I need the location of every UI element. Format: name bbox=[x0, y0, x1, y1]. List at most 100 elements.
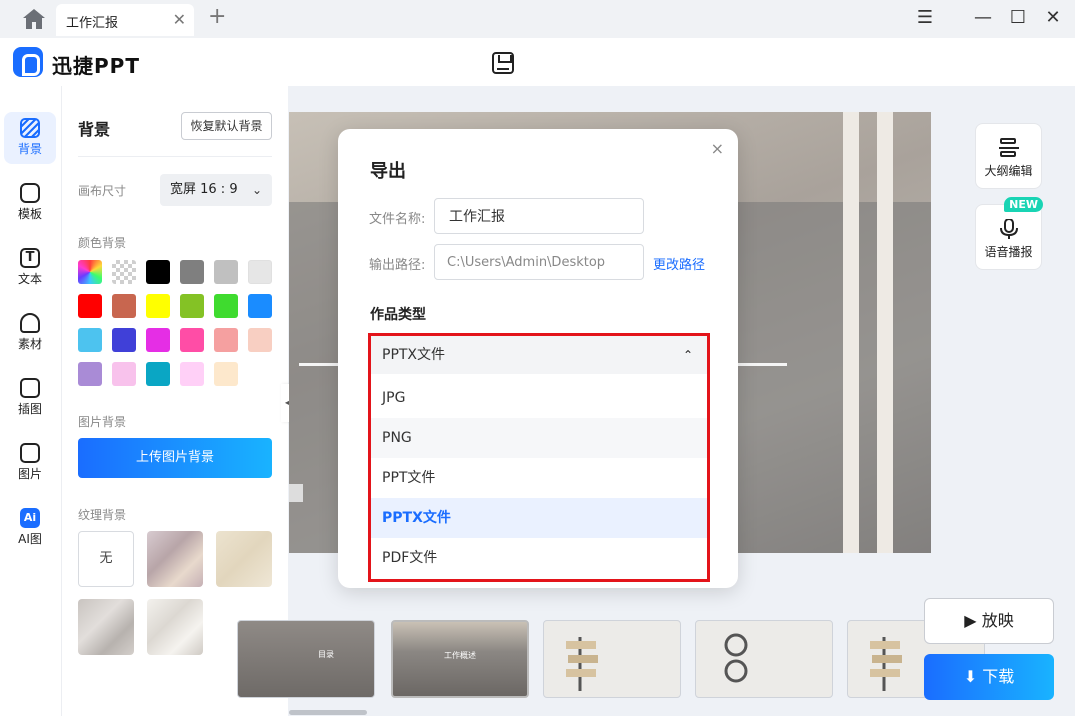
signpost-icon bbox=[566, 637, 598, 691]
brand-name: 迅捷PPT bbox=[52, 54, 140, 78]
upload-background-button[interactable]: 上传图片背景 bbox=[78, 438, 272, 478]
texture-option[interactable] bbox=[147, 599, 203, 655]
color-swatch[interactable] bbox=[214, 260, 238, 284]
rail-item-ai-image[interactable]: Ai AI图 bbox=[4, 502, 56, 554]
color-swatch[interactable] bbox=[146, 294, 170, 318]
play-icon: ▶ bbox=[964, 611, 977, 630]
texture-option[interactable] bbox=[216, 531, 272, 587]
menu-icon[interactable]: ☰ bbox=[913, 7, 937, 29]
minimize-button[interactable]: — bbox=[971, 7, 995, 29]
close-icon[interactable]: × bbox=[711, 139, 724, 158]
output-path-input[interactable] bbox=[434, 244, 644, 280]
play-slideshow-button[interactable]: ▶ 放映 bbox=[924, 598, 1054, 644]
new-badge: NEW bbox=[1004, 197, 1043, 212]
voice-broadcast-button[interactable]: NEW 语音播报 bbox=[975, 197, 1043, 270]
panel-title: 背景 bbox=[78, 120, 111, 139]
slide-thumbnail[interactable]: 工作概述 bbox=[391, 620, 529, 698]
texture-background-label: 纹理背景 bbox=[78, 508, 127, 522]
color-swatch[interactable] bbox=[78, 260, 102, 284]
color-swatch[interactable] bbox=[214, 362, 238, 386]
rail-label: 插图 bbox=[17, 402, 42, 416]
color-swatch[interactable] bbox=[112, 260, 136, 284]
rail-label: AI图 bbox=[18, 532, 42, 546]
download-icon: ⬇ bbox=[963, 667, 978, 686]
rail-item-image[interactable]: 图片 bbox=[4, 437, 56, 489]
color-swatch[interactable] bbox=[112, 294, 136, 318]
template-icon bbox=[20, 183, 40, 203]
color-swatch[interactable] bbox=[78, 362, 102, 386]
color-swatch[interactable] bbox=[78, 294, 102, 318]
tab-close-icon[interactable]: ✕ bbox=[173, 10, 186, 29]
maximize-button[interactable]: ☐ bbox=[1006, 7, 1030, 29]
color-swatch[interactable] bbox=[180, 260, 204, 284]
new-tab-button[interactable]: + bbox=[208, 6, 226, 28]
work-type-title: 作品类型 bbox=[370, 307, 426, 323]
play-label: 放映 bbox=[981, 611, 1014, 630]
reset-background-button[interactable]: 恢复默认背景 bbox=[181, 112, 272, 140]
color-background-label: 颜色背景 bbox=[78, 236, 127, 250]
color-swatch[interactable] bbox=[146, 362, 170, 386]
color-swatch[interactable] bbox=[180, 362, 204, 386]
image-icon bbox=[20, 443, 40, 463]
ai-image-icon: Ai bbox=[20, 508, 40, 528]
canvas-size-select[interactable]: 宽屏 16 : 9 ⌄ bbox=[160, 174, 272, 206]
signpost-icon bbox=[870, 637, 902, 691]
outline-edit-label: 大纲编辑 bbox=[984, 164, 1033, 178]
color-swatch[interactable] bbox=[248, 294, 272, 318]
text-icon: T bbox=[20, 248, 40, 268]
dialog-title: 导出 bbox=[370, 161, 406, 182]
rail-item-template[interactable]: 模板 bbox=[4, 177, 56, 229]
color-swatch[interactable] bbox=[112, 328, 136, 352]
thumbnail-scrollbar[interactable] bbox=[289, 710, 367, 715]
export-dialog: × 导出 文件名称: 输出路径: 更改路径 作品类型 PPTX文件 ⌃ JPGP… bbox=[338, 129, 738, 588]
slide-stripe bbox=[877, 112, 893, 553]
color-swatch[interactable] bbox=[248, 260, 272, 284]
texture-option[interactable] bbox=[147, 531, 203, 587]
tab-label: 工作汇报 bbox=[66, 16, 119, 31]
rail-item-text[interactable]: T 文本 bbox=[4, 242, 56, 294]
download-label: 下载 bbox=[982, 667, 1015, 686]
illustration-icon bbox=[20, 378, 40, 398]
document-tab[interactable]: 工作汇报 ✕ bbox=[56, 4, 194, 36]
slide-thumbnail[interactable]: 目录 bbox=[237, 620, 375, 698]
texture-none-option[interactable]: 无 bbox=[78, 531, 134, 587]
slide-thumbnail[interactable] bbox=[543, 620, 681, 698]
color-swatch[interactable] bbox=[248, 328, 272, 352]
outline-icon bbox=[998, 138, 1019, 157]
slide-thumbnail[interactable] bbox=[695, 620, 833, 698]
title-bar: 工作汇报 ✕ + ☰ — ☐ ✕ bbox=[0, 0, 1075, 38]
color-swatch[interactable] bbox=[112, 362, 136, 386]
color-swatch[interactable] bbox=[214, 328, 238, 352]
background-icon bbox=[20, 118, 40, 138]
rail-item-material[interactable]: 素材 bbox=[4, 307, 56, 359]
search-circle-icon bbox=[724, 633, 748, 683]
thumbnail-title: 工作概述 bbox=[444, 651, 476, 660]
thumbnail-title: 目录 bbox=[318, 650, 334, 659]
app-logo bbox=[13, 47, 43, 77]
color-swatch[interactable] bbox=[214, 294, 238, 318]
file-name-input[interactable] bbox=[434, 198, 644, 234]
divider bbox=[78, 156, 272, 157]
slide-stripe bbox=[843, 112, 859, 553]
outline-edit-button[interactable]: 大纲编辑 bbox=[975, 123, 1042, 189]
image-background-label: 图片背景 bbox=[78, 415, 127, 429]
rail-item-illustration[interactable]: 插图 bbox=[4, 372, 56, 424]
save-icon[interactable] bbox=[492, 52, 514, 74]
voice-broadcast-label: 语音播报 bbox=[984, 245, 1033, 259]
home-icon[interactable] bbox=[22, 8, 46, 30]
download-button[interactable]: ⬇ 下载 bbox=[924, 654, 1054, 700]
rail-item-background[interactable]: 背景 bbox=[4, 112, 56, 164]
highlight-box bbox=[368, 333, 710, 582]
close-window-button[interactable]: ✕ bbox=[1041, 7, 1065, 29]
color-swatch[interactable] bbox=[146, 328, 170, 352]
color-swatch[interactable] bbox=[180, 328, 204, 352]
rail-label: 文本 bbox=[17, 272, 42, 286]
rail-label: 模板 bbox=[17, 207, 42, 221]
color-swatch[interactable] bbox=[78, 328, 102, 352]
texture-option[interactable] bbox=[78, 599, 134, 655]
color-swatch[interactable] bbox=[180, 294, 204, 318]
change-path-link[interactable]: 更改路径 bbox=[653, 254, 705, 273]
color-swatch[interactable] bbox=[146, 260, 170, 284]
slide-thumbnail-strip: 目录 工作概述 bbox=[237, 578, 985, 716]
canvas-size-value: 宽屏 16 : 9 bbox=[170, 182, 238, 197]
